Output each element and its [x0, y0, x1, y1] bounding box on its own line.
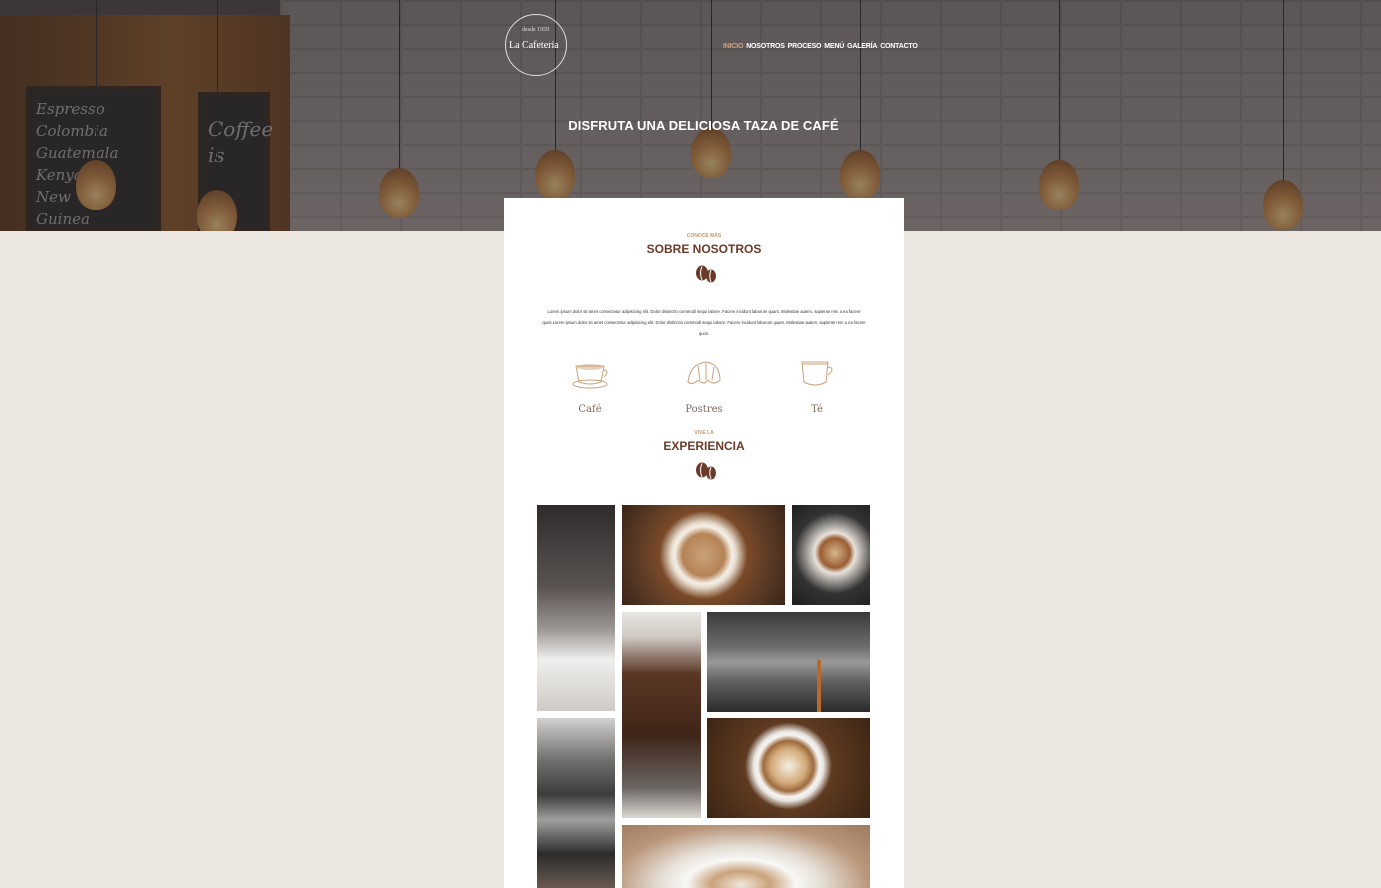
gallery-photo-barista[interactable]: [537, 718, 615, 888]
feature-te: Té: [777, 358, 857, 415]
about-title: SOBRE NOSOTROS: [646, 242, 762, 256]
nav-item-proceso[interactable]: PROCESO: [788, 43, 822, 50]
feature-cafe: Café: [550, 358, 630, 415]
feature-postres: Postres: [664, 358, 744, 415]
gallery-photo-coffee-cup-top[interactable]: [622, 505, 785, 605]
coffee-cup-icon: [572, 364, 608, 389]
gallery-photo-ground-coffee[interactable]: [622, 612, 701, 818]
about-description: Lorem ipsum dolor sit amet consectetur a…: [542, 309, 866, 336]
feature-label-cafe: Café: [578, 404, 602, 415]
nav-item-inicio[interactable]: INICIO: [723, 43, 743, 50]
experience-title: EXPERIENCIA: [663, 439, 745, 453]
hero-banner: Espresso Colombia Guatemala Kenya New Guinea …: [0, 0, 1381, 231]
croissant-icon: [687, 361, 721, 385]
gallery-photo-cappuccino[interactable]: [622, 825, 870, 888]
coffee-beans-icon: [696, 265, 716, 283]
nav-item-contacto[interactable]: CONTACTO: [880, 43, 918, 50]
feature-label-te: Té: [811, 404, 823, 415]
nav-item-nosotros[interactable]: NOSOTROS: [746, 43, 785, 50]
about-kicker: CONOCE MÁS: [686, 233, 722, 239]
gallery-photo-latte-art-pour[interactable]: [792, 505, 870, 605]
logo-name[interactable]: La Cafetería: [509, 40, 559, 51]
gallery-photo-espresso-machine[interactable]: [707, 612, 870, 712]
nav-item-menu[interactable]: MENÚ: [824, 43, 844, 50]
logo-since: desde 1959: [522, 27, 550, 33]
main-nav: INICIO NOSOTROS PROCESO MENÚ GALERÍA CON…: [723, 43, 918, 50]
content-card: CONOCE MÁS SOBRE NOSOTROS Lorem ipsum do…: [504, 198, 904, 888]
feature-label-postres: Postres: [685, 404, 723, 415]
tea-cup-icon: [801, 361, 833, 386]
coffee-beans-icon: [696, 462, 716, 480]
experience-kicker: VIVE LA: [694, 430, 714, 436]
gallery-photo-coffee-pour[interactable]: [537, 505, 615, 711]
gallery-photo-latte-art[interactable]: [707, 718, 870, 818]
nav-item-galeria[interactable]: GALERÍA: [847, 43, 877, 50]
hero-tagline: DISFRUTA UNA DELICIOSA TAZA DE CAFÉ: [568, 118, 839, 133]
